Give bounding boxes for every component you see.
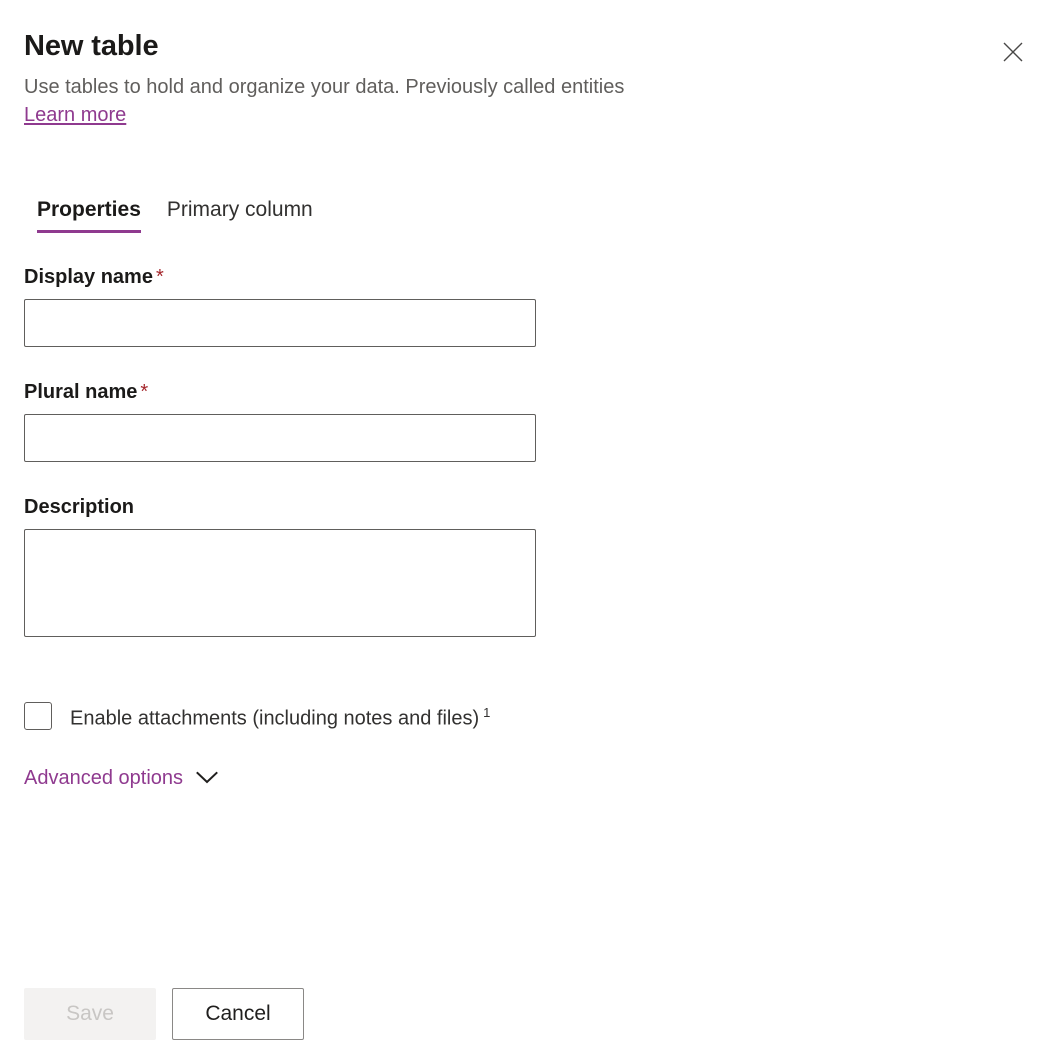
tab-properties[interactable]: Properties xyxy=(24,196,154,233)
display-name-required-asterisk: * xyxy=(156,266,164,288)
field-display-name: Display name* xyxy=(24,264,544,347)
description-label: Description xyxy=(24,494,544,520)
plural-name-input[interactable] xyxy=(24,414,536,462)
cancel-button[interactable]: Cancel xyxy=(172,988,304,1040)
save-button[interactable]: Save xyxy=(24,988,156,1040)
enable-attachments-checkbox[interactable] xyxy=(24,702,52,730)
field-plural-name: Plural name* xyxy=(24,379,544,462)
plural-name-label: Plural name* xyxy=(24,379,544,405)
plural-name-required-asterisk: * xyxy=(140,381,148,403)
tab-primary-column[interactable]: Primary column xyxy=(154,196,326,233)
page-title: New table xyxy=(24,28,1026,64)
description-textarea[interactable] xyxy=(24,529,536,637)
enable-attachments-row[interactable]: Enable attachments (including notes and … xyxy=(24,699,490,733)
close-button[interactable] xyxy=(996,36,1030,70)
properties-form: Display name* Plural name* Description xyxy=(24,264,544,637)
chevron-down-icon xyxy=(196,771,218,785)
display-name-label-text: Display name xyxy=(24,266,153,288)
enable-attachments-label-text: Enable attachments (including notes and … xyxy=(70,708,479,730)
close-icon xyxy=(1002,41,1024,66)
advanced-options-label: Advanced options xyxy=(24,764,183,792)
panel-subtitle: Use tables to hold and organize your dat… xyxy=(24,73,1026,101)
advanced-options-toggle[interactable]: Advanced options xyxy=(24,764,218,792)
panel-header: New table Use tables to hold and organiz… xyxy=(24,28,1026,129)
enable-attachments-label: Enable attachments (including notes and … xyxy=(70,699,490,733)
learn-more-link[interactable]: Learn more xyxy=(24,102,126,129)
plural-name-label-text: Plural name xyxy=(24,381,137,403)
footnote-marker: 1 xyxy=(483,705,490,720)
tab-list: Properties Primary column xyxy=(24,196,326,233)
panel-footer: Save Cancel xyxy=(24,988,304,1040)
new-table-panel: New table Use tables to hold and organiz… xyxy=(0,0,1050,1047)
display-name-label: Display name* xyxy=(24,264,544,290)
field-description: Description xyxy=(24,494,544,637)
display-name-input[interactable] xyxy=(24,299,536,347)
